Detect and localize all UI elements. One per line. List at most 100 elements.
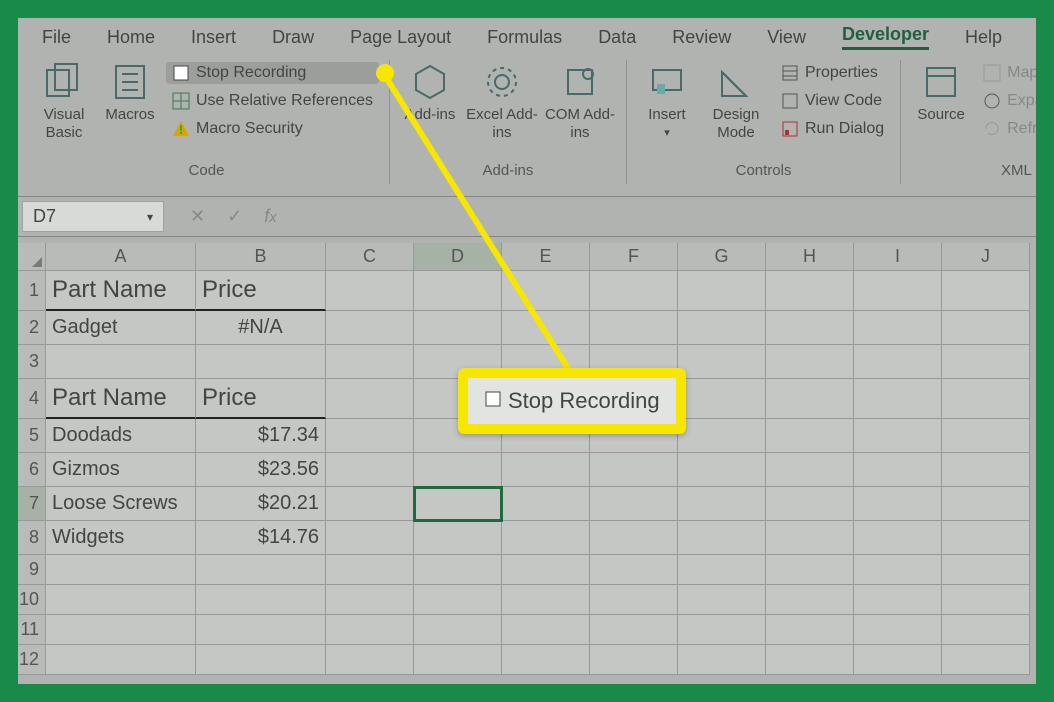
column-header[interactable]: I	[854, 243, 942, 271]
run-dialog-button[interactable]: Run Dialog	[775, 118, 890, 140]
view-code-button[interactable]: View Code	[775, 90, 890, 112]
cell[interactable]	[414, 271, 502, 311]
cell[interactable]	[678, 271, 766, 311]
cell[interactable]: Gizmos	[46, 453, 196, 487]
cell[interactable]	[590, 487, 678, 521]
cell[interactable]	[326, 487, 414, 521]
cell[interactable]	[854, 419, 942, 453]
cell[interactable]	[502, 585, 590, 615]
cell[interactable]	[326, 555, 414, 585]
row-header[interactable]: 9	[18, 555, 46, 585]
cell[interactable]	[942, 585, 1030, 615]
column-header[interactable]: B	[196, 243, 326, 271]
cell[interactable]	[326, 453, 414, 487]
com-addins-button[interactable]: COM Add-ins	[544, 60, 616, 142]
cell[interactable]: $14.76	[196, 521, 326, 555]
cell[interactable]	[196, 585, 326, 615]
cell[interactable]	[678, 419, 766, 453]
cell[interactable]	[942, 311, 1030, 345]
cell[interactable]	[46, 555, 196, 585]
cell[interactable]	[414, 311, 502, 345]
cell[interactable]: Part Name	[46, 379, 196, 419]
tab-review[interactable]: Review	[672, 27, 731, 48]
cell[interactable]	[502, 453, 590, 487]
cell[interactable]	[854, 521, 942, 555]
tab-data[interactable]: Data	[598, 27, 636, 48]
cell[interactable]	[942, 555, 1030, 585]
cell[interactable]	[414, 615, 502, 645]
cell[interactable]	[502, 645, 590, 675]
cell[interactable]	[590, 271, 678, 311]
row-header[interactable]: 7	[18, 487, 46, 521]
row-header[interactable]: 4	[18, 379, 46, 419]
cell[interactable]: $17.34	[196, 419, 326, 453]
cell[interactable]	[590, 555, 678, 585]
column-header[interactable]: F	[590, 243, 678, 271]
cell[interactable]	[854, 615, 942, 645]
cell[interactable]	[46, 645, 196, 675]
cell[interactable]	[766, 345, 854, 379]
cell[interactable]	[502, 487, 590, 521]
cell[interactable]	[942, 615, 1030, 645]
cell[interactable]	[326, 585, 414, 615]
cell[interactable]	[326, 419, 414, 453]
column-header[interactable]: J	[942, 243, 1030, 271]
excel-addins-button[interactable]: Excel Add-ins	[466, 60, 538, 142]
tab-view[interactable]: View	[767, 27, 806, 48]
cell[interactable]	[326, 379, 414, 419]
cell[interactable]	[854, 555, 942, 585]
tab-page-layout[interactable]: Page Layout	[350, 27, 451, 48]
cell[interactable]	[942, 345, 1030, 379]
cell[interactable]	[678, 311, 766, 345]
cell[interactable]	[678, 487, 766, 521]
cell[interactable]	[678, 345, 766, 379]
cell[interactable]	[854, 453, 942, 487]
cell[interactable]	[766, 311, 854, 345]
cell[interactable]: Price	[196, 271, 326, 311]
cell[interactable]	[196, 615, 326, 645]
cell[interactable]	[46, 585, 196, 615]
insert-control-button[interactable]: Insert ▾	[637, 60, 697, 142]
cell[interactable]	[414, 487, 502, 521]
row-header[interactable]: 1	[18, 271, 46, 311]
column-header[interactable]: A	[46, 243, 196, 271]
cell[interactable]	[196, 555, 326, 585]
cell[interactable]	[590, 521, 678, 555]
cancel-icon[interactable]: ✕	[190, 206, 205, 227]
tab-file[interactable]: File	[42, 27, 71, 48]
chevron-down-icon[interactable]: ▾	[147, 210, 153, 224]
row-header[interactable]: 2	[18, 311, 46, 345]
cell[interactable]	[46, 345, 196, 379]
tab-draw[interactable]: Draw	[272, 27, 314, 48]
map-properties-button[interactable]: Map Properties	[977, 62, 1036, 84]
cell[interactable]	[942, 419, 1030, 453]
tab-developer[interactable]: Developer	[842, 24, 929, 50]
enter-icon[interactable]: ✓	[227, 206, 242, 227]
cell[interactable]	[196, 645, 326, 675]
cell[interactable]: $20.21	[196, 487, 326, 521]
cell[interactable]	[414, 645, 502, 675]
macro-security-button[interactable]: Macro Security	[166, 118, 379, 140]
name-box[interactable]: D7 ▾	[22, 201, 164, 232]
cell[interactable]: $23.56	[196, 453, 326, 487]
refresh-data-button[interactable]: Refresh Data	[977, 118, 1036, 140]
cell[interactable]	[766, 521, 854, 555]
cell[interactable]	[326, 615, 414, 645]
cell[interactable]	[854, 645, 942, 675]
cell[interactable]	[854, 487, 942, 521]
cell[interactable]	[326, 521, 414, 555]
cell[interactable]: Part Name	[46, 271, 196, 311]
cell[interactable]	[942, 487, 1030, 521]
cell[interactable]	[678, 453, 766, 487]
cell[interactable]	[678, 555, 766, 585]
select-all-corner[interactable]	[18, 243, 46, 271]
row-header[interactable]: 12	[18, 645, 46, 675]
column-header[interactable]: H	[766, 243, 854, 271]
cell[interactable]	[502, 555, 590, 585]
cell[interactable]	[678, 615, 766, 645]
cell[interactable]	[766, 615, 854, 645]
cell[interactable]	[590, 585, 678, 615]
design-mode-button[interactable]: Design Mode	[703, 60, 769, 142]
cell[interactable]	[942, 379, 1030, 419]
column-header[interactable]: C	[326, 243, 414, 271]
